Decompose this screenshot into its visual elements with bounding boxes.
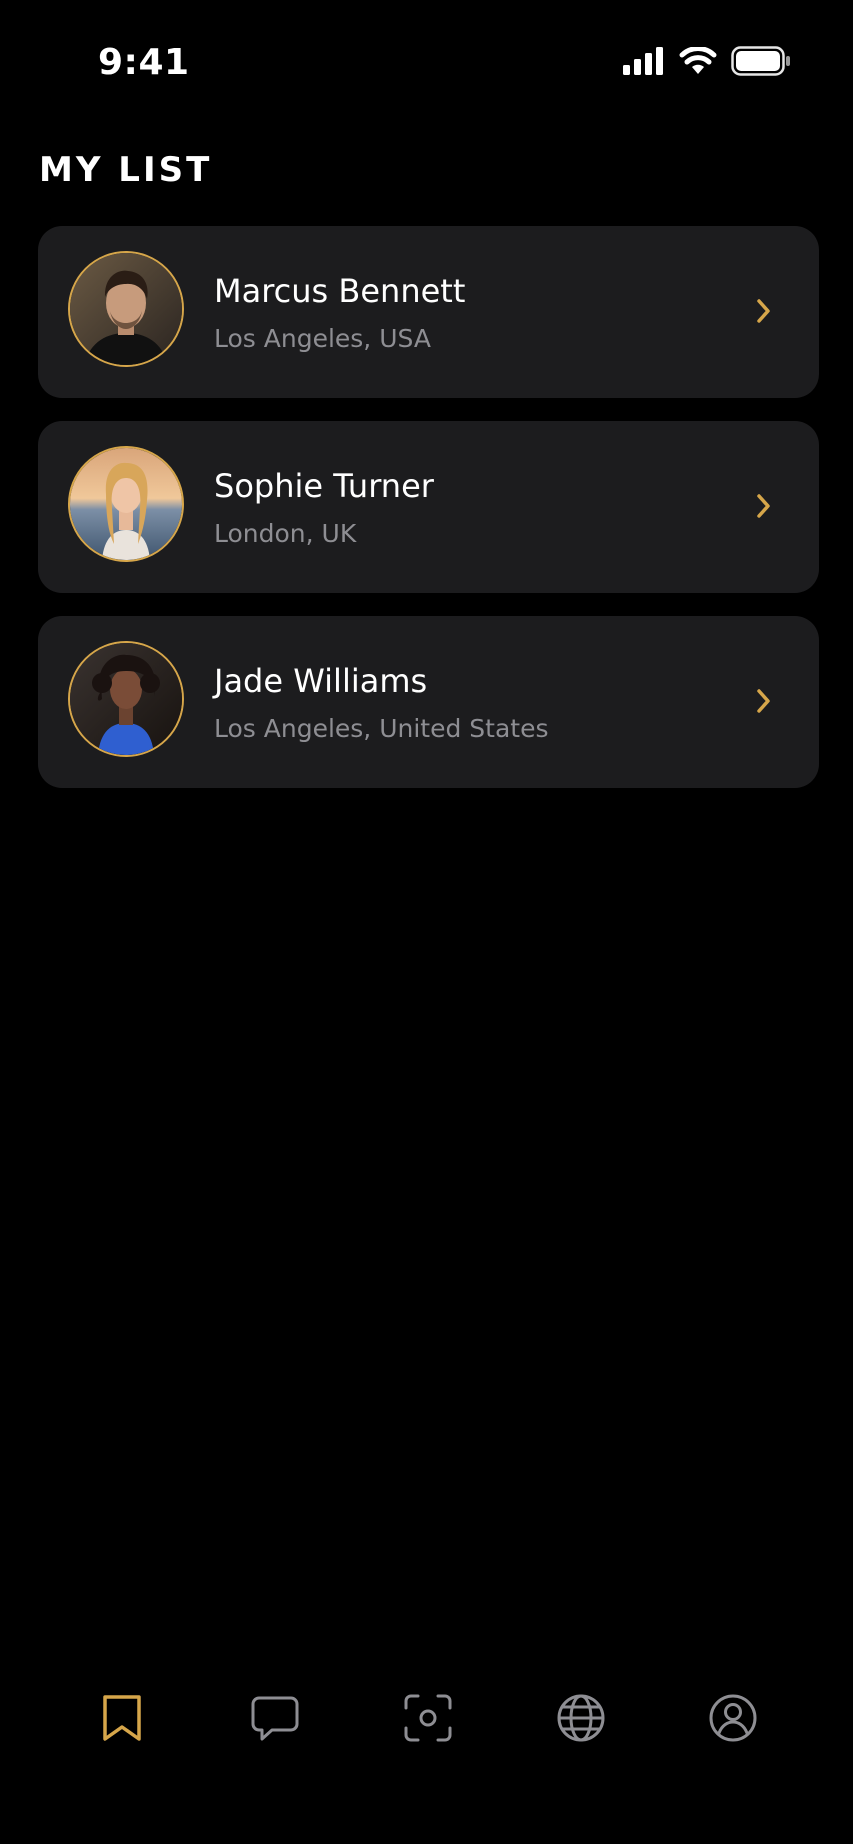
chevron-right-icon bbox=[754, 686, 774, 716]
scan-icon bbox=[403, 1693, 453, 1747]
tab-bar bbox=[0, 1690, 853, 1766]
contact-location: Los Angeles, United States bbox=[214, 714, 549, 743]
saved-list: Marcus Bennett Los Angeles, USA Sophie T… bbox=[38, 226, 819, 811]
tab-scan[interactable] bbox=[398, 1690, 458, 1750]
status-icons bbox=[623, 46, 791, 80]
tab-explore[interactable] bbox=[551, 1690, 611, 1750]
avatar bbox=[68, 446, 184, 562]
tab-profile[interactable] bbox=[703, 1690, 763, 1750]
wifi-icon bbox=[679, 46, 717, 79]
tab-bookmarks[interactable] bbox=[92, 1690, 152, 1750]
chevron-right-icon bbox=[754, 491, 774, 521]
contact-name: Jade Williams bbox=[214, 662, 428, 700]
profile-icon bbox=[708, 1693, 758, 1747]
list-item[interactable]: Jade Williams Los Angeles, United States bbox=[38, 616, 819, 788]
tab-messages[interactable] bbox=[245, 1690, 305, 1750]
cellular-signal-icon bbox=[623, 47, 665, 79]
globe-icon bbox=[556, 1693, 606, 1747]
list-item[interactable]: Marcus Bennett Los Angeles, USA bbox=[38, 226, 819, 398]
page-title: MY LIST bbox=[39, 150, 213, 190]
bookmark-icon bbox=[100, 1693, 144, 1747]
contact-location: London, UK bbox=[214, 519, 357, 548]
contact-location: Los Angeles, USA bbox=[214, 324, 431, 353]
chevron-right-icon bbox=[754, 296, 774, 326]
list-item[interactable]: Sophie Turner London, UK bbox=[38, 421, 819, 593]
avatar bbox=[68, 641, 184, 757]
battery-icon bbox=[731, 46, 791, 80]
chat-bubble-icon bbox=[250, 1694, 300, 1746]
avatar bbox=[68, 251, 184, 367]
contact-name: Marcus Bennett bbox=[214, 272, 466, 310]
status-time: 9:41 bbox=[98, 42, 190, 83]
contact-name: Sophie Turner bbox=[214, 467, 434, 505]
status-bar: 9:41 bbox=[0, 0, 853, 110]
